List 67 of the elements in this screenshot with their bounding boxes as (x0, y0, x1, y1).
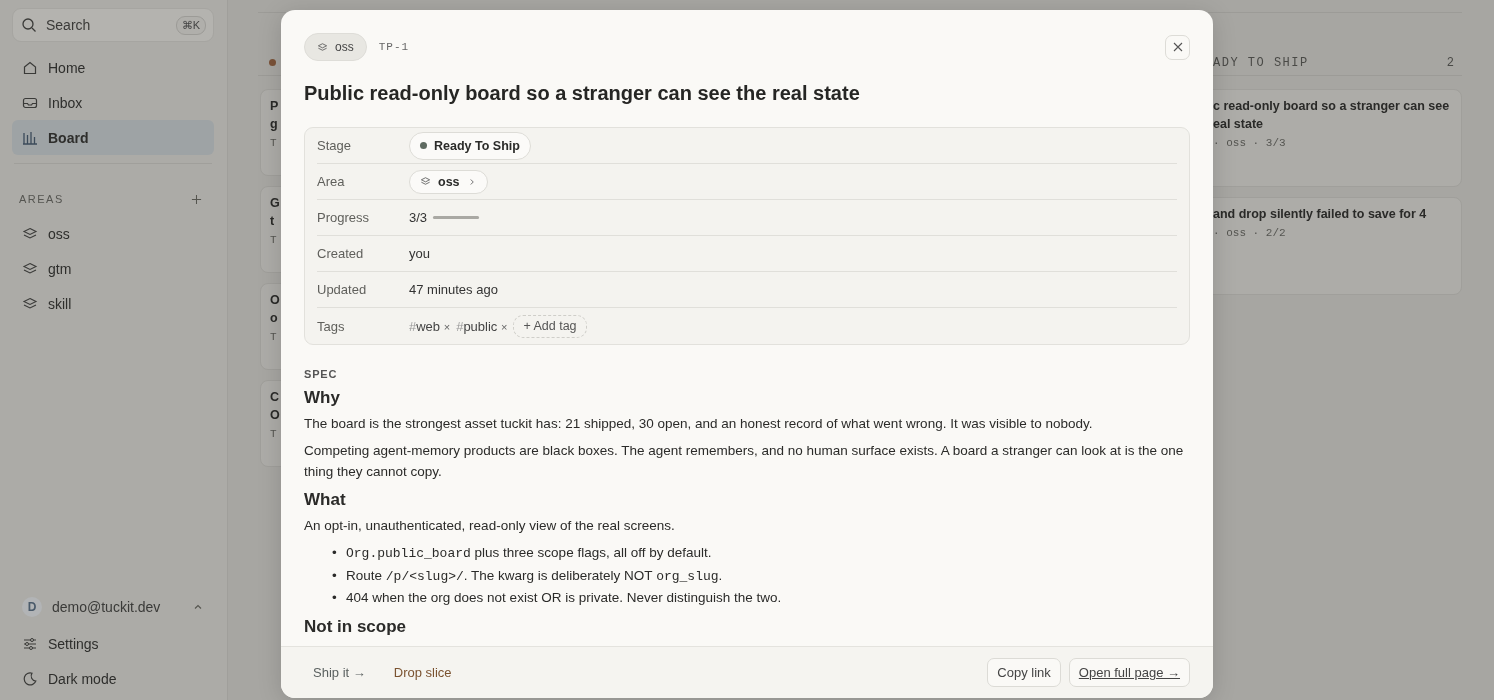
search-icon (21, 17, 37, 33)
property-label: Progress (317, 210, 371, 225)
copy-link-button[interactable]: Copy link (987, 658, 1061, 687)
property-label: Created (317, 246, 365, 261)
paragraph: An opt-in, unauthenticated, read-only view of the real screens. (304, 517, 676, 535)
card-meta: · oss · 2/2 (1213, 227, 1287, 239)
column-count: 2 (1446, 55, 1455, 70)
tag[interactable]: #public × (456, 318, 508, 334)
property-label: Updated (317, 282, 368, 297)
task-id: TP-1 (378, 41, 410, 53)
property-label: Tags (317, 318, 346, 334)
tag[interactable]: #web × (409, 318, 451, 334)
column-title: ADY TO SHIP (1212, 55, 1310, 70)
sliders-icon (22, 635, 38, 652)
section-heading: Why (304, 387, 341, 409)
area-item[interactable]: skill (12, 286, 214, 321)
moon-icon (22, 670, 38, 687)
card-title: O o (270, 292, 281, 327)
action-button[interactable]: Drop slice (383, 661, 462, 684)
bar-chart-icon (22, 129, 38, 146)
paragraph: Competing agent-memory products are black boxes. The agent remembers, and no human surface exists. A board a stranger can look at is the one thing they cannot copy. (304, 442, 1185, 481)
close-icon (1171, 41, 1184, 53)
layers-icon (420, 176, 431, 187)
card-meta: T (270, 234, 278, 246)
card-meta: T (270, 137, 278, 149)
list-item: • Route /p/<slug>/. The kwarg is deliberately NOT org_slug. (332, 566, 723, 586)
section-label: SPEC (304, 368, 339, 380)
action-button[interactable]: Ship it → (303, 661, 376, 684)
card-title: G t (270, 195, 281, 230)
task-title: Public read-only board so a stranger can see the real state (304, 81, 861, 106)
card-title: C O (270, 389, 281, 424)
home-icon (22, 59, 38, 76)
open-page-button[interactable]: Open full page → (1068, 658, 1190, 687)
nav-item[interactable]: Home (12, 50, 214, 85)
card-title: P g (270, 98, 280, 133)
sidebar-item[interactable]: Dark mode (12, 661, 214, 696)
area-chip[interactable]: oss (304, 33, 367, 61)
stage-pill[interactable]: Ready To Ship (409, 131, 531, 160)
progress-count: 3/3 (409, 210, 428, 225)
area-pill[interactable]: oss (409, 169, 488, 194)
card-title: c read-only board so a stranger can see eal state (1213, 98, 1451, 133)
section-heading: What (304, 489, 347, 511)
area-item[interactable]: oss (12, 216, 214, 251)
close-button[interactable] (1165, 34, 1190, 60)
card-meta: T (270, 428, 278, 440)
property-value: 47 minutes ago (409, 282, 498, 297)
section-heading: Not in scope (304, 615, 407, 638)
section-label: AREAS (19, 193, 64, 205)
card-title: and drop silently failed to save for 4 (1213, 206, 1428, 223)
property-value: you (409, 246, 430, 261)
nav-item[interactable]: Inbox (12, 85, 214, 120)
layers-icon (317, 41, 328, 53)
add-icon[interactable] (191, 193, 202, 205)
paragraph: The board is the strongest asset tuckit has: 21 shipped, 30 open, and an honest record of what went wrong. It was visible to nobody. (304, 415, 1094, 433)
area-item[interactable]: gtm (12, 251, 214, 286)
property-label: Area (317, 174, 346, 189)
sidebar-item[interactable]: Settings (12, 626, 214, 661)
nav-item[interactable]: Board (12, 120, 214, 155)
card-meta: T (270, 331, 278, 343)
property-label: Stage (317, 138, 352, 153)
add-tag-button[interactable]: + Add tag (513, 314, 587, 338)
account-menu[interactable]: D demo@tuckit.dev (12, 590, 214, 624)
list-item: • 404 when the org does not exist OR is private. Never distinguish the two. (332, 589, 782, 607)
avatar: D (22, 597, 42, 617)
card-meta: · oss · 3/3 (1213, 137, 1287, 149)
list-item: • Org.public_board plus three scope flags, all off by default. (332, 544, 712, 563)
progress-bar (433, 216, 480, 219)
